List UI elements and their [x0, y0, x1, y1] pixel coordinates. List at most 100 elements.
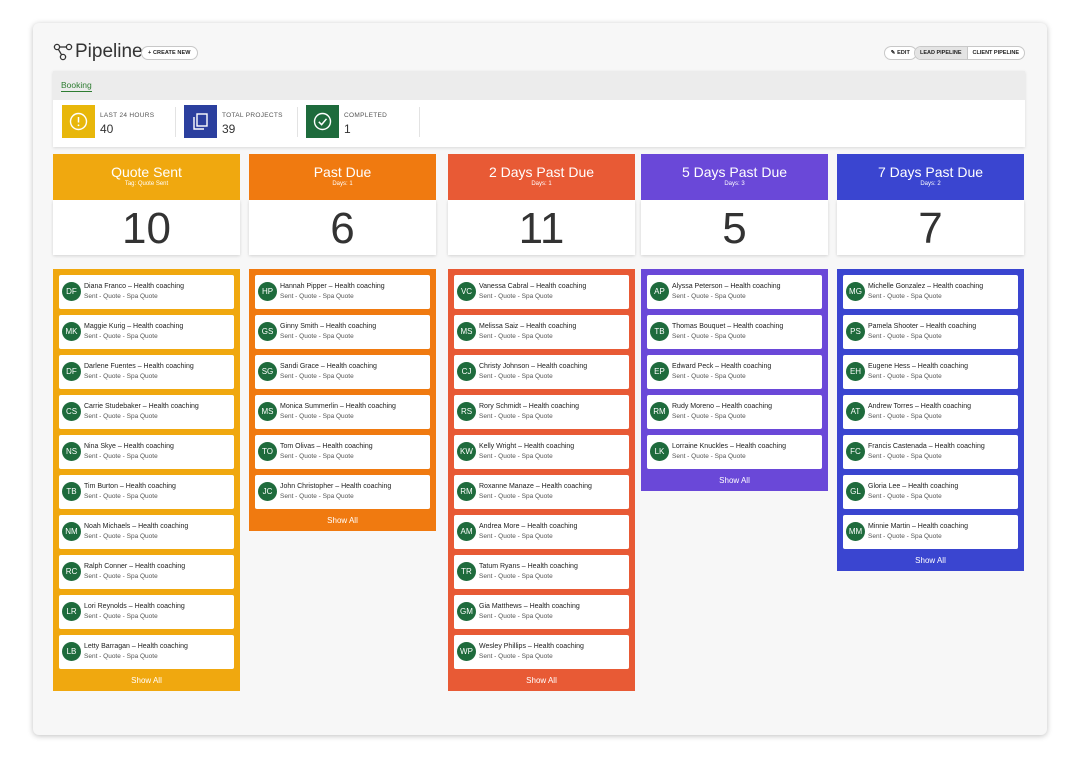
lead-name: Maggie Kurig – Health coaching — [84, 323, 184, 330]
lead-status: Sent - Quote - Spa Quote — [479, 613, 553, 620]
column-subtitle: Days: 3 — [724, 181, 745, 187]
lead-name: Ralph Conner – Health coaching — [84, 563, 186, 570]
lead-card[interactable]: DF Diana Franco – Health coaching Sent - Q… — [59, 275, 234, 309]
lead-card[interactable]: JC John Christopher – Health coaching Sent… — [255, 475, 430, 509]
edit-button[interactable]: ✎ EDIT — [883, 46, 917, 60]
lead-card[interactable]: LK Lorraine Knuckles – Health coaching Sen… — [647, 435, 822, 469]
lead-card[interactable]: LR Lori Reynolds – Health coaching Sent - … — [59, 595, 234, 629]
lead-status: Sent - Quote - Spa Quote — [479, 573, 553, 580]
lead-card[interactable]: KW Kelly Wright – Health coaching Sent - Q… — [454, 435, 629, 469]
column-header[interactable]: Past Due Days: 1 — [249, 154, 436, 200]
column-subtitle: Days: 1 — [332, 181, 353, 187]
lead-status: Sent - Quote - Spa Quote — [84, 453, 158, 460]
app-window: Pipeline + CREATE NEW ✎ EDIT LEAD PIPELI… — [33, 23, 1047, 735]
create-new-button[interactable]: + CREATE NEW — [141, 46, 198, 60]
lead-status: Sent - Quote - Spa Quote — [280, 453, 354, 460]
avatar: NS — [62, 442, 81, 461]
lead-card[interactable]: MS Melissa Saiz – Health coaching Sent - Q… — [454, 315, 629, 349]
lead-card[interactable]: DF Darlene Fuentes – Health coaching Sent … — [59, 355, 234, 389]
lead-card[interactable]: AP Alyssa Peterson – Health coaching Sent … — [647, 275, 822, 309]
show-all-link[interactable]: Show All — [448, 675, 635, 691]
show-all-link[interactable]: Show All — [53, 675, 240, 691]
avatar: RM — [650, 402, 669, 421]
lead-card[interactable]: TB Tim Burton – Health coaching Sent - Quo… — [59, 475, 234, 509]
lead-card[interactable]: HP Hannah Pipper – Health coaching Sent - … — [255, 275, 430, 309]
avatar: MK — [62, 322, 81, 341]
lead-card[interactable]: AM Andrea More – Health coaching Sent - Qu… — [454, 515, 629, 549]
show-all-link[interactable]: Show All — [249, 515, 436, 531]
lead-card[interactable]: WP Wesley Phillips – Health coaching Sent … — [454, 635, 629, 669]
lead-card[interactable]: AT Andrew Torres – Health coaching Sent - … — [843, 395, 1018, 429]
lead-card[interactable]: SG Sandi Grace – Health coaching Sent - Qu… — [255, 355, 430, 389]
lead-status: Sent - Quote - Spa Quote — [479, 653, 553, 660]
lead-card[interactable]: RS Rory Schmidt – Health coaching Sent - Q… — [454, 395, 629, 429]
lead-card[interactable]: NM Noah Michaels – Health coaching Sent - … — [59, 515, 234, 549]
lead-name: John Christopher – Health coaching — [280, 483, 392, 490]
column-count: 7 — [837, 200, 1024, 255]
column-header[interactable]: 2 Days Past Due Days: 1 — [448, 154, 635, 200]
avatar: RS — [457, 402, 476, 421]
lead-card[interactable]: EH Eugene Hess – Health coaching Sent - Qu… — [843, 355, 1018, 389]
lead-name: Michelle Gonzalez – Health coaching — [868, 283, 984, 290]
lead-name: Darlene Fuentes – Health coaching — [84, 363, 194, 370]
pipeline-icon — [53, 43, 73, 61]
lead-card[interactable]: RC Ralph Conner – Health coaching Sent - Q… — [59, 555, 234, 589]
avatar: EP — [650, 362, 669, 381]
stat-label: TOTAL PROJECTS — [222, 112, 283, 119]
column-header[interactable]: Quote Sent Tag: Quote Sent — [53, 154, 240, 200]
lead-status: Sent - Quote - Spa Quote — [868, 293, 942, 300]
lead-card[interactable]: EP Edward Peck – Health coaching Sent - Qu… — [647, 355, 822, 389]
tab-booking[interactable]: Booking — [61, 80, 92, 92]
column-count: 11 — [448, 200, 635, 255]
avatar: JC — [258, 482, 277, 501]
pipeline-column: 5 Days Past Due Days: 3 5 AP Alyssa Peterson… — [641, 154, 828, 491]
lead-card[interactable]: TR Tatum Ryans – Health coaching Sent - Qu… — [454, 555, 629, 589]
lead-status: Sent - Quote - Spa Quote — [84, 493, 158, 500]
avatar: TB — [650, 322, 669, 341]
lead-card[interactable]: RM Roxanne Manaze – Health coaching Sent -… — [454, 475, 629, 509]
show-all-link[interactable]: Show All — [641, 475, 828, 491]
lead-card[interactable]: RM Rudy Moreno – Health coaching Sent - Qu… — [647, 395, 822, 429]
lead-card[interactable]: MS Monica Summerlin – Health coaching Sent… — [255, 395, 430, 429]
avatar: AT — [846, 402, 865, 421]
lead-card[interactable]: CJ Christy Johnson – Health coaching Sent … — [454, 355, 629, 389]
lead-card[interactable]: PS Pamela Shooter – Health coaching Sent -… — [843, 315, 1018, 349]
column-subtitle: Days: 2 — [920, 181, 941, 187]
lead-card[interactable]: GM Gia Matthews – Health coaching Sent - Q… — [454, 595, 629, 629]
lead-card[interactable]: MM Minnie Martin – Health coaching Sent - … — [843, 515, 1018, 549]
lead-card[interactable]: GS Ginny Smith – Health coaching Sent - Qu… — [255, 315, 430, 349]
client-pipeline-button[interactable]: CLIENT PIPELINE — [968, 47, 1024, 59]
lead-card[interactable]: CS Carrie Studebaker – Health coaching Sen… — [59, 395, 234, 429]
stats-panel: Booking LAST 24 HOURS 40 TOTAL PROJECTS … — [53, 71, 1025, 147]
lead-status: Sent - Quote - Spa Quote — [672, 413, 746, 420]
avatar: LR — [62, 602, 81, 621]
lead-card[interactable]: FC Francis Castenada – Health coaching Sen… — [843, 435, 1018, 469]
avatar: AP — [650, 282, 669, 301]
lead-card[interactable]: TB Thomas Bouquet – Health coaching Sent -… — [647, 315, 822, 349]
avatar: VC — [457, 282, 476, 301]
lead-status: Sent - Quote - Spa Quote — [479, 453, 553, 460]
column-title: Past Due — [313, 164, 372, 180]
avatar: LB — [62, 642, 81, 661]
column-header[interactable]: 5 Days Past Due Days: 3 — [641, 154, 828, 200]
lead-pipeline-button[interactable]: LEAD PIPELINE — [914, 47, 967, 59]
lead-name: Lori Reynolds – Health coaching — [84, 603, 185, 610]
lead-card[interactable]: MK Maggie Kurig – Health coaching Sent - Q… — [59, 315, 234, 349]
lead-card[interactable]: GL Gloria Lee – Health coaching Sent - Quo… — [843, 475, 1018, 509]
column-count: 6 — [249, 200, 436, 255]
lead-name: Rory Schmidt – Health coaching — [479, 403, 579, 410]
lead-card[interactable]: MG Michelle Gonzalez – Health coaching Sen… — [843, 275, 1018, 309]
lead-name: Rudy Moreno – Health coaching — [672, 403, 773, 410]
avatar: MG — [846, 282, 865, 301]
lead-status: Sent - Quote - Spa Quote — [479, 333, 553, 340]
lead-status: Sent - Quote - Spa Quote — [84, 653, 158, 660]
lead-card[interactable]: VC Vanessa Cabral – Health coaching Sent -… — [454, 275, 629, 309]
avatar: GS — [258, 322, 277, 341]
avatar: RM — [457, 482, 476, 501]
lead-card[interactable]: NS Nina Skye – Health coaching Sent - Quot… — [59, 435, 234, 469]
lead-card[interactable]: LB Letty Barragan – Health coaching Sent -… — [59, 635, 234, 669]
lead-status: Sent - Quote - Spa Quote — [672, 373, 746, 380]
show-all-link[interactable]: Show All — [837, 555, 1024, 571]
column-header[interactable]: 7 Days Past Due Days: 2 — [837, 154, 1024, 200]
lead-card[interactable]: TO Tom Olivas – Health coaching Sent - Quo… — [255, 435, 430, 469]
